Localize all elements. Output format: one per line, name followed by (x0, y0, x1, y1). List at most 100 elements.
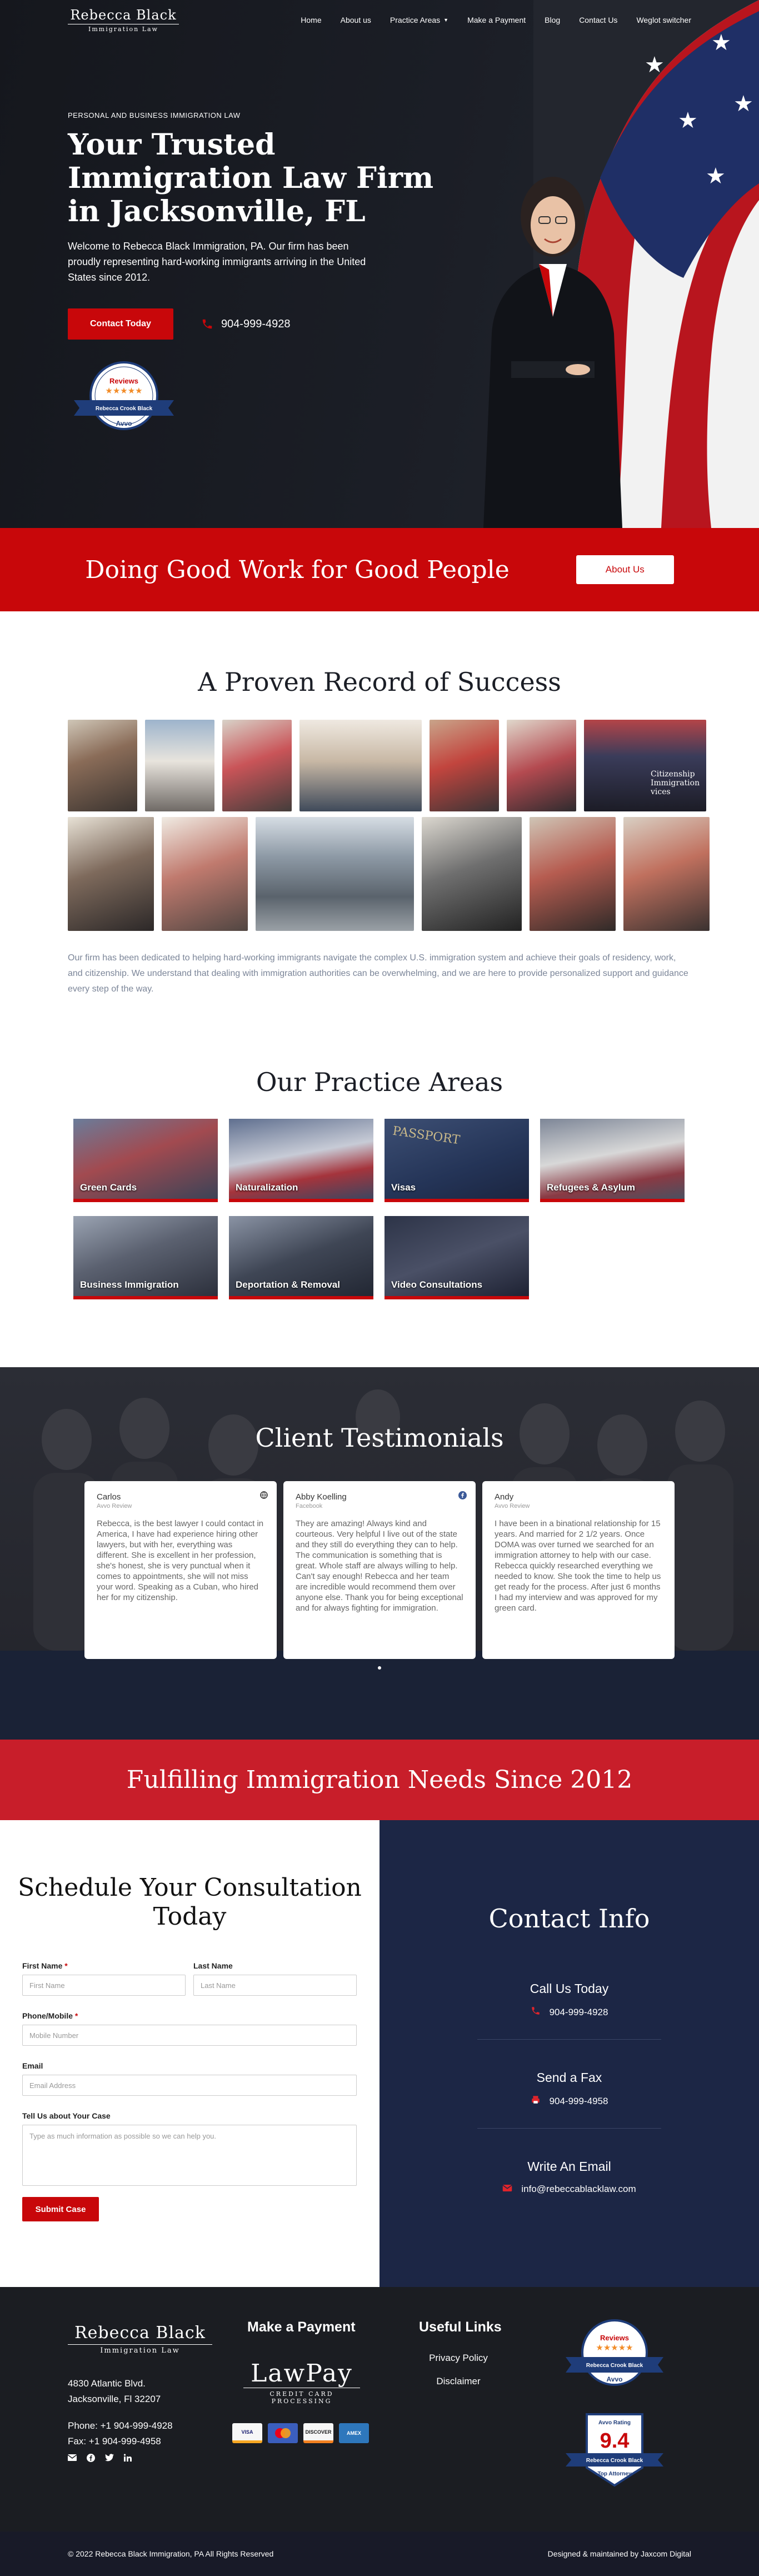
practice-card-video-consultations[interactable]: Video Consultations (385, 1216, 529, 1299)
gallery-photo[interactable] (256, 817, 414, 931)
hero-phone-link[interactable]: 904-999-4928 (201, 318, 291, 331)
rating-label: Avvo Rating (598, 2420, 631, 2426)
about-us-button[interactable]: About Us (576, 555, 674, 584)
disclaimer-link[interactable]: Disclaimer (406, 2376, 511, 2387)
nav-home[interactable]: Home (301, 16, 321, 24)
hero-section: ★ ★ ★ ★ ★ PERSONAL AND BUSINESS IMMIGRAT… (0, 0, 759, 528)
fax-number: 904-999-4958 (549, 2095, 608, 2106)
footer-fax: Fax: +1 904-999-4958 (68, 2436, 161, 2447)
passport-text: PASSPORT (391, 1124, 461, 1148)
review-text: Rebecca, is the best lawyer I could cont… (97, 1519, 264, 1602)
envelope-icon (502, 2184, 513, 2195)
practice-label: Refugees & Asylum (547, 1182, 636, 1193)
globe-icon (260, 1491, 268, 1502)
email-input[interactable]: Email Address (22, 2075, 357, 2096)
reviewer-name: Carlos (97, 1492, 121, 1502)
review-text: I have been in a binational relationship… (495, 1519, 661, 1613)
badge-lawyer-name: Rebecca Crook Black (96, 406, 153, 412)
gallery-photo[interactable] (222, 720, 292, 811)
contact-info-section: Contact Info Call Us Today 904-999-4928 … (379, 1820, 759, 2287)
svg-text:★: ★ (706, 164, 726, 188)
proven-record-section: A Proven Record of Success Citizenship I… (0, 611, 759, 1034)
site-header: Rebecca Black Immigration Law Home About… (0, 0, 759, 40)
discover-card-icon: DISCOVER (303, 2423, 333, 2443)
gallery-photo[interactable] (145, 720, 214, 811)
facebook-icon[interactable] (87, 2454, 95, 2465)
mastercard-icon (268, 2423, 298, 2443)
rating-caption: Top Attorney (597, 2471, 632, 2477)
address-line2: Jacksonville, Fl 32207 (68, 2394, 161, 2404)
practice-card-green-cards[interactable]: Green Cards (73, 1119, 218, 1202)
facebook-icon (458, 1491, 467, 1502)
gallery-photo[interactable] (430, 720, 499, 811)
lawpay-tagline: CREDIT CARD PROCESSING (243, 2388, 360, 2405)
designer-credit[interactable]: Designed & maintained by Jaxcom Digital (548, 2549, 691, 2558)
logo-line1: Rebecca Black (70, 7, 177, 23)
nav-practice-areas[interactable]: Practice Areas ▼ (390, 16, 448, 24)
useful-links-heading: Useful Links (419, 2319, 502, 2335)
address-line1: 4830 Atlantic Blvd. (68, 2378, 146, 2389)
gallery-photo[interactable] (162, 817, 248, 931)
form-title: Schedule Your Consultation Today (18, 1874, 362, 1931)
gallery-photo[interactable] (68, 817, 154, 931)
lawpay-logo[interactable]: LawPay CREDIT CARD PROCESSING (243, 2359, 360, 2405)
review-source: Avvo Review (495, 1503, 530, 1509)
practice-card-deportation-removal[interactable]: Deportation & Removal (229, 1216, 373, 1299)
footer-bottom-bar: © 2022 Rebecca Black Immigration, PA All… (0, 2532, 759, 2576)
email-link[interactable]: info@rebeccablacklaw.com (379, 2184, 759, 2195)
case-textarea[interactable]: Type as much information as possible so … (22, 2125, 357, 2186)
photo-gallery-row-2 (68, 817, 710, 931)
first-name-input[interactable]: First Name (22, 1975, 186, 1996)
testimonials-title: Client Testimonials (255, 1423, 504, 1453)
email-address: info@rebeccablacklaw.com (521, 2184, 636, 2194)
last-name-input[interactable]: Last Name (193, 1975, 357, 1996)
carousel-dot[interactable] (378, 1666, 381, 1670)
nav-about[interactable]: About us (341, 16, 371, 24)
submit-case-button[interactable]: Submit Case (22, 2197, 99, 2221)
gallery-photo[interactable] (68, 720, 137, 811)
gallery-photo[interactable] (422, 817, 522, 931)
first-name-label-text: First Name (22, 1961, 63, 1970)
practice-card-visas[interactable]: PASSPORT Visas (385, 1119, 529, 1202)
review-source: Facebook (296, 1503, 323, 1509)
gallery-photo[interactable]: Citizenship Immigration vices (584, 720, 706, 811)
phone-input[interactable]: Mobile Number (22, 2025, 357, 2046)
practice-card-business-immigration[interactable]: Business Immigration (73, 1216, 218, 1299)
avvo-reviews-badge[interactable]: Reviews ★★★★★ Rebecca Crook Black Avvo (71, 361, 177, 439)
footer-badge-avvo: Avvo (607, 2375, 623, 2383)
site-logo[interactable]: Rebecca Black Immigration Law (68, 7, 179, 33)
good-work-banner: Doing Good Work for Good People About Us (0, 528, 759, 611)
hero-paragraph: Welcome to Rebecca Black Immigration, PA… (68, 241, 366, 283)
fax-icon (531, 2095, 541, 2107)
avvo-rating-badge[interactable]: Avvo Rating 9.4 Rebecca Crook Black Top … (565, 2412, 665, 2490)
discover-card-name: DISCOVER (305, 2429, 332, 2435)
gallery-photo[interactable] (299, 720, 422, 811)
gallery-photo[interactable] (623, 817, 710, 931)
nav-make-payment[interactable]: Make a Payment (467, 16, 526, 24)
nav-contact[interactable]: Contact Us (579, 16, 617, 24)
email-icon[interactable] (67, 2454, 77, 2465)
gallery-photo[interactable] (530, 817, 616, 931)
visa-card-name: VISA (241, 2429, 253, 2435)
footer-phone[interactable]: Phone: +1 904-999-4928 (68, 2418, 173, 2434)
lawpay-name: LawPay (251, 2359, 353, 2388)
practice-card-refugees-asylum[interactable]: Refugees & Asylum (540, 1119, 685, 1202)
email-heading: Write An Email (527, 2159, 611, 2174)
hero-phone-number: 904-999-4928 (221, 317, 291, 330)
badge-avvo-text: Avvo (116, 420, 132, 427)
social-links (67, 2454, 132, 2465)
attorney-portrait-image (483, 177, 622, 528)
call-phone-link[interactable]: 904-999-4928 (379, 2006, 759, 2019)
nav-language-switcher[interactable]: Weglot switcher (636, 16, 691, 24)
twitter-icon[interactable] (105, 2454, 114, 2465)
footer-logo[interactable]: Rebecca Black Immigration Law (68, 2323, 212, 2355)
hero-subtitle: PERSONAL AND BUSINESS IMMIGRATION LAW (68, 111, 241, 119)
fax-number-link[interactable]: 904-999-4958 (379, 2095, 759, 2107)
linkedin-icon[interactable] (123, 2454, 132, 2465)
nav-blog[interactable]: Blog (545, 16, 560, 24)
privacy-policy-link[interactable]: Privacy Policy (406, 2353, 511, 2364)
footer-avvo-reviews-badge[interactable]: Reviews ★★★★★ Rebecca Crook Black Avvo (565, 2318, 665, 2396)
gallery-photo[interactable] (507, 720, 576, 811)
contact-today-button[interactable]: Contact Today (68, 308, 173, 340)
practice-card-naturalization[interactable]: Naturalization (229, 1119, 373, 1202)
